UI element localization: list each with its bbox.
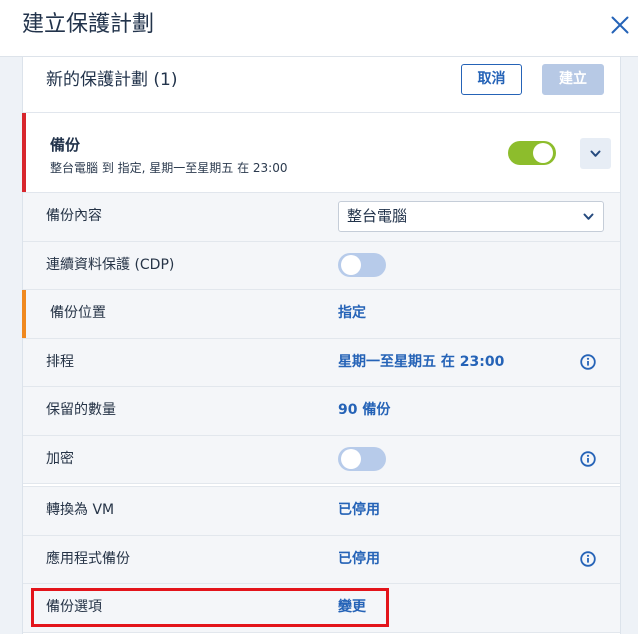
setting-row-backup-content: 備份內容 整台電腦 [23, 193, 620, 242]
toggle-knob [533, 143, 553, 163]
setting-row-schedule: 排程 星期一至星期五 在 23:00 [23, 338, 620, 387]
plan-header: 新的保護計劃 (1) 取消 建立 [23, 57, 620, 113]
dialog-header: 建立保護計劃 [0, 0, 638, 57]
backup-summary: 整台電腦 到 指定, 星期一至星期五 在 23:00 [50, 161, 288, 175]
backup-title: 備份 [50, 136, 81, 154]
backup-toggle[interactable] [508, 141, 556, 165]
retention-link[interactable]: 90 備份 [338, 387, 390, 435]
setting-label: 備份選項 [46, 599, 102, 615]
plan-title: 新的保護計劃 (1) [46, 70, 178, 90]
setting-row-retention: 保留的數量 90 備份 [23, 387, 620, 436]
convert-vm-link[interactable]: 已停用 [338, 487, 380, 535]
setting-label: 保留的數量 [46, 402, 116, 418]
cancel-button[interactable]: 取消 [461, 64, 522, 95]
chevron-down-icon [583, 213, 594, 221]
setting-label: 加密 [46, 450, 74, 467]
schedule-link[interactable]: 星期一至星期五 在 23:00 [338, 339, 504, 387]
select-value: 整台電腦 [347, 207, 408, 226]
toggle-knob [341, 255, 361, 276]
setting-label: 連續資料保護 (CDP) [46, 256, 175, 273]
toggle-knob [341, 449, 361, 470]
warning-status-bar [22, 290, 26, 338]
setting-row-backup-location: 備份位置 指定 [22, 290, 620, 339]
dialog-title: 建立保護計劃 [22, 12, 155, 37]
backup-section: 備份 整台電腦 到 指定, 星期一至星期五 在 23:00 [22, 113, 620, 193]
setting-row-convert-vm: 轉換為 VM 已停用 [23, 487, 620, 536]
setting-row-cdp: 連續資料保護 (CDP) [23, 241, 620, 290]
setting-label: 轉換為 VM [46, 502, 115, 518]
encryption-toggle[interactable] [338, 447, 386, 472]
close-button[interactable] [611, 16, 629, 34]
close-icon [611, 16, 629, 34]
backup-content-select[interactable]: 整台電腦 [338, 201, 604, 233]
setting-row-backup-options: 備份選項 變更 [23, 584, 620, 633]
info-icon[interactable] [580, 551, 596, 567]
setting-label: 備份位置 [50, 305, 106, 321]
info-icon[interactable] [580, 451, 596, 467]
setting-label: 應用程式備份 [46, 550, 130, 567]
create-button[interactable]: 建立 [542, 64, 604, 95]
app-backup-link[interactable]: 已停用 [338, 536, 380, 584]
setting-label: 排程 [46, 353, 74, 370]
backup-options-link[interactable]: 變更 [338, 584, 366, 632]
chevron-down-icon [590, 150, 601, 157]
backup-location-link[interactable]: 指定 [338, 290, 366, 338]
setting-row-encryption: 加密 [23, 435, 620, 484]
cdp-toggle[interactable] [338, 253, 386, 278]
setting-label: 備份內容 [46, 208, 102, 224]
error-status-bar [22, 113, 26, 192]
plan-card: 新的保護計劃 (1) 取消 建立 備份 整台電腦 到 指定, 星期一至星期五 在… [22, 57, 621, 634]
setting-row-app-backup: 應用程式備份 已停用 [23, 535, 620, 584]
info-icon[interactable] [580, 354, 596, 370]
expand-backup-button[interactable] [580, 138, 611, 169]
